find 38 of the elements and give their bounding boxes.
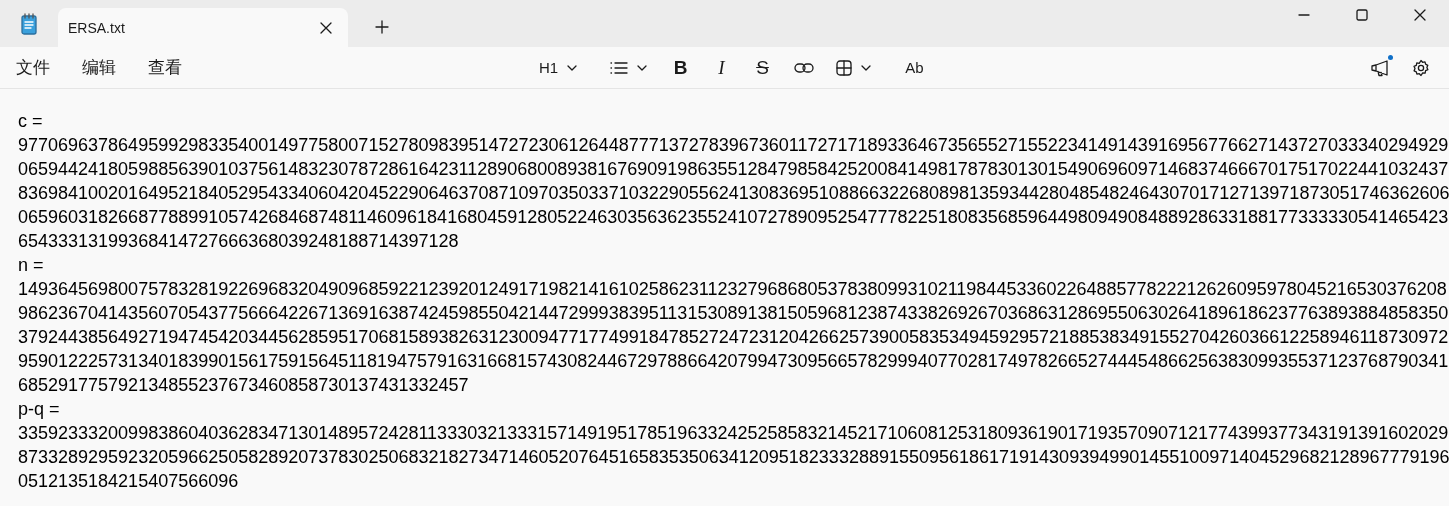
- chevron-down-icon[interactable]: [860, 64, 871, 71]
- text-line: 14936456980075783281922696832049096859221239201249171982141610258623112327968680537838099310211984453360226488577822212626095978045216530376208: [18, 278, 1448, 301]
- text-line: 95901222573134018399015617591564511819475791631668157430824467297886642079947309566578299940770281749782665274445486625638309935537123768790341: [18, 350, 1449, 373]
- text-line: 33592333200998386040362834713014895724281133303213331571491951785196332425258583214521710608125318093619017193570907121774399377343191391602029: [18, 422, 1449, 445]
- text-line: 83698410020164952184052954334060420452290646370871097035033710322905562413083695108866322680898135934428048548246430701712713971873051746362606: [18, 182, 1449, 205]
- text-line: 65433313199368414727666368039248188714397128: [18, 230, 460, 253]
- heading-dropdown[interactable]: H1: [538, 59, 559, 76]
- list-icon[interactable]: [609, 61, 628, 74]
- file-tab[interactable]: ERSA.txt: [58, 8, 348, 47]
- text-line: 06596031826687788991057426846874811460961841680459128052246303563623552410727890952547778225180835685964498094908488928633188177333330541465423: [18, 206, 1449, 229]
- strikethrough-button[interactable]: S: [756, 58, 769, 77]
- text-line: 37924438564927194745420344562859517068158938263123009477177499184785272472312042662573900583534945929572188538349155270426036612258946118730972: [18, 326, 1449, 349]
- italic-button[interactable]: I: [718, 58, 725, 77]
- menu-item[interactable]: 查看: [148, 56, 182, 79]
- text-line: 97706963786495992983354001497758007152780983951472723061264487771372783967360117271718933646735655271552234149143916956776627143727033340294929: [18, 134, 1449, 157]
- text-line: c =: [18, 110, 44, 133]
- text-line: p-q =: [18, 398, 61, 421]
- text-line: 685291775792134855237673460858730137431332457: [18, 374, 470, 397]
- megaphone-icon[interactable]: [1370, 58, 1390, 77]
- menu-item[interactable]: 编辑: [82, 56, 116, 79]
- text-line: 98623670414356070543775666422671369163874245985504214472999383951131530891381505968123874338269267036863128695506302641896186237763893884858350: [18, 302, 1449, 325]
- text-line: n =: [18, 254, 45, 277]
- table-icon[interactable]: [835, 59, 852, 76]
- text-line: 87332892959232059662505828920737830250683218273471460520764516583535063412095182333288915509561861719143093949901455100971404529682128967779196: [18, 446, 1449, 469]
- spellcheck-button[interactable]: Ab: [905, 59, 924, 76]
- text-line: 0512135184215407566096: [18, 470, 240, 493]
- bold-button[interactable]: B: [673, 58, 688, 77]
- settings-icon[interactable]: [1412, 58, 1430, 77]
- close-icon[interactable]: [1414, 9, 1426, 21]
- menu-item[interactable]: 文件: [16, 56, 50, 79]
- plus-icon[interactable]: [375, 20, 389, 34]
- chevron-down-icon[interactable]: [636, 64, 647, 71]
- chevron-down-icon[interactable]: [567, 64, 578, 71]
- maximize-icon[interactable]: [1356, 9, 1368, 21]
- link-icon[interactable]: [793, 61, 814, 74]
- text-line: 06594424180598856390103756148323078728616423112890680089381676909198635512847985842520084149817878301301549069609714683746667017517022441032437: [18, 158, 1449, 181]
- close-icon[interactable]: [320, 21, 332, 34]
- notepad-icon: [20, 12, 38, 35]
